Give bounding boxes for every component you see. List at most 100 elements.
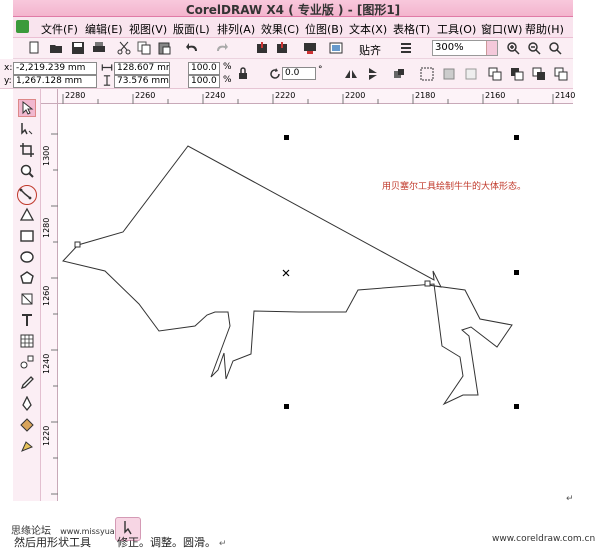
vertical-ruler-ticks bbox=[51, 133, 58, 495]
table-tool-icon[interactable] bbox=[19, 333, 35, 349]
crop-tool-icon[interactable] bbox=[19, 142, 35, 158]
window-title: CorelDRAW X4 ( 专业版 ) - [图形1] bbox=[185, 3, 401, 17]
import-icon[interactable] bbox=[255, 41, 269, 55]
vertical-ruler[interactable]: 1300 1280 1260 1240 1220 bbox=[41, 104, 58, 501]
intersect-icon[interactable] bbox=[532, 67, 546, 81]
zoom-out-icon[interactable] bbox=[527, 41, 541, 55]
interactive-fill-tool-icon[interactable] bbox=[19, 438, 35, 454]
weld-icon[interactable] bbox=[488, 67, 502, 81]
site-watermark: www.coreldraw.com.cn bbox=[492, 534, 596, 544]
eyedropper-tool-icon[interactable] bbox=[19, 375, 35, 391]
welcome-screen-icon[interactable] bbox=[329, 41, 343, 55]
rotate-icon bbox=[268, 67, 282, 81]
menu-window[interactable]: 窗口(W) bbox=[481, 21, 522, 37]
application-launcher-icon[interactable] bbox=[303, 41, 317, 55]
shape-tool-icon[interactable] bbox=[19, 121, 35, 137]
center-marker-icon bbox=[282, 269, 290, 277]
menu-text[interactable]: 文本(X) bbox=[349, 21, 387, 37]
scale-x-percent: % bbox=[223, 62, 232, 72]
save-icon[interactable] bbox=[71, 41, 85, 55]
undo-icon[interactable] bbox=[185, 41, 199, 55]
break-apart-icon[interactable] bbox=[420, 67, 434, 81]
caption: 然后用形状工具 修正。调整。圆滑。 ↵ bbox=[14, 536, 227, 548]
zoom-level-select[interactable]: 300% bbox=[432, 40, 498, 56]
paste-icon[interactable] bbox=[157, 41, 171, 55]
horizontal-ruler-ticks bbox=[62, 94, 554, 104]
selection-handles[interactable] bbox=[284, 135, 519, 409]
trim-icon[interactable] bbox=[510, 67, 524, 81]
menu-effects[interactable]: 效果(C) bbox=[261, 21, 299, 37]
coreldraw-window: CorelDRAW X4 ( 专业版 ) - [图形1] 文件(F) 编辑(E)… bbox=[0, 0, 600, 548]
zoom-dropdown-icon[interactable] bbox=[486, 41, 497, 55]
options-icon[interactable] bbox=[399, 41, 413, 55]
basic-shapes-tool-icon[interactable] bbox=[19, 291, 35, 307]
node-handle[interactable] bbox=[424, 280, 431, 287]
text-tool-icon[interactable] bbox=[19, 312, 35, 328]
snap-to-label[interactable]: 贴齐 bbox=[359, 42, 381, 58]
width-icon bbox=[101, 62, 113, 73]
menu-bar: 文件(F) 编辑(E) 视图(V) 版面(L) 排列(A) 效果(C) 位图(B… bbox=[13, 17, 573, 38]
title-bar: CorelDRAW X4 ( 专业版 ) - [图形1] bbox=[13, 0, 573, 17]
node-handle[interactable] bbox=[74, 241, 81, 248]
zoom-selected-icon[interactable] bbox=[548, 41, 562, 55]
ungroup-icon[interactable] bbox=[442, 67, 456, 81]
y-position-field[interactable]: 1,267.128 mm bbox=[13, 75, 97, 88]
polygon-tool-icon[interactable] bbox=[19, 270, 35, 286]
print-icon[interactable] bbox=[92, 41, 106, 55]
redo-icon[interactable] bbox=[215, 41, 229, 55]
menu-bitmaps[interactable]: 位图(B) bbox=[305, 21, 343, 37]
drawing-canvas[interactable]: 用贝塞尔工具绘制牛牛的大体形态。 ↵ bbox=[58, 104, 574, 504]
return-mark-icon: ↵ bbox=[566, 494, 574, 504]
smart-fill-tool-icon[interactable] bbox=[19, 207, 35, 223]
interactive-blend-tool-icon[interactable] bbox=[19, 354, 35, 370]
x-label: x: bbox=[4, 63, 13, 73]
lock-ratio-icon[interactable] bbox=[236, 67, 250, 81]
scale-y-percent: % bbox=[223, 75, 232, 85]
zoom-tool-icon[interactable] bbox=[19, 163, 35, 179]
standard-toolbar: 贴齐 300% bbox=[13, 38, 573, 59]
bezier-tool-icon[interactable] bbox=[17, 185, 37, 205]
scale-x-field[interactable]: 100.0 bbox=[188, 62, 220, 75]
menu-help[interactable]: 帮助(H) bbox=[525, 21, 564, 37]
ellipse-tool-icon[interactable] bbox=[19, 249, 35, 265]
zoom-in-icon[interactable] bbox=[506, 41, 520, 55]
group-icon[interactable] bbox=[392, 67, 406, 81]
width-field[interactable]: 128.607 mm bbox=[114, 62, 170, 75]
toolbox bbox=[13, 89, 41, 501]
menu-edit[interactable]: 编辑(E) bbox=[85, 21, 123, 37]
y-label: y: bbox=[4, 76, 12, 86]
mirror-horizontal-icon[interactable] bbox=[344, 67, 358, 81]
cut-icon[interactable] bbox=[117, 41, 131, 55]
menu-layout[interactable]: 版面(L) bbox=[173, 21, 210, 37]
pick-tool-icon[interactable] bbox=[18, 99, 36, 117]
mirror-vertical-icon[interactable] bbox=[366, 67, 380, 81]
degree-symbol: ° bbox=[318, 65, 323, 75]
menu-tools[interactable]: 工具(O) bbox=[437, 21, 476, 37]
menu-view[interactable]: 视图(V) bbox=[129, 21, 167, 37]
height-field[interactable]: 73.576 mm bbox=[114, 75, 170, 88]
canvas-annotation: 用贝塞尔工具绘制牛牛的大体形态。 bbox=[382, 182, 527, 192]
rectangle-tool-icon[interactable] bbox=[19, 228, 35, 244]
horizontal-ruler[interactable]: 2280 2260 2240 2220 2200 2180 2160 2140 bbox=[58, 89, 575, 104]
ruler-corner bbox=[41, 89, 58, 104]
scale-y-field[interactable]: 100.0 bbox=[188, 75, 220, 88]
combine-icon[interactable] bbox=[464, 67, 478, 81]
fill-tool-icon[interactable] bbox=[19, 417, 35, 433]
bull-drawing[interactable] bbox=[58, 104, 573, 501]
menu-table[interactable]: 表格(T) bbox=[393, 21, 430, 37]
zoom-level-value: 300% bbox=[435, 42, 464, 53]
x-position-field[interactable]: -2,219.239 mm bbox=[13, 62, 97, 75]
export-icon[interactable] bbox=[275, 41, 289, 55]
copy-icon[interactable] bbox=[137, 41, 151, 55]
app-icon bbox=[16, 20, 29, 33]
rotation-angle-field[interactable]: 0.0 bbox=[282, 67, 316, 80]
outline-tool-icon[interactable] bbox=[19, 396, 35, 412]
height-icon bbox=[101, 75, 113, 86]
menu-arrange[interactable]: 排列(A) bbox=[217, 21, 255, 37]
menu-file[interactable]: 文件(F) bbox=[41, 21, 78, 37]
new-icon[interactable] bbox=[27, 41, 41, 55]
caption-tail: 修正。调整。圆滑。 bbox=[117, 536, 216, 548]
caption-text: 然后用形状工具 bbox=[14, 536, 91, 548]
open-icon[interactable] bbox=[49, 41, 63, 55]
simplify-icon[interactable] bbox=[554, 67, 568, 81]
